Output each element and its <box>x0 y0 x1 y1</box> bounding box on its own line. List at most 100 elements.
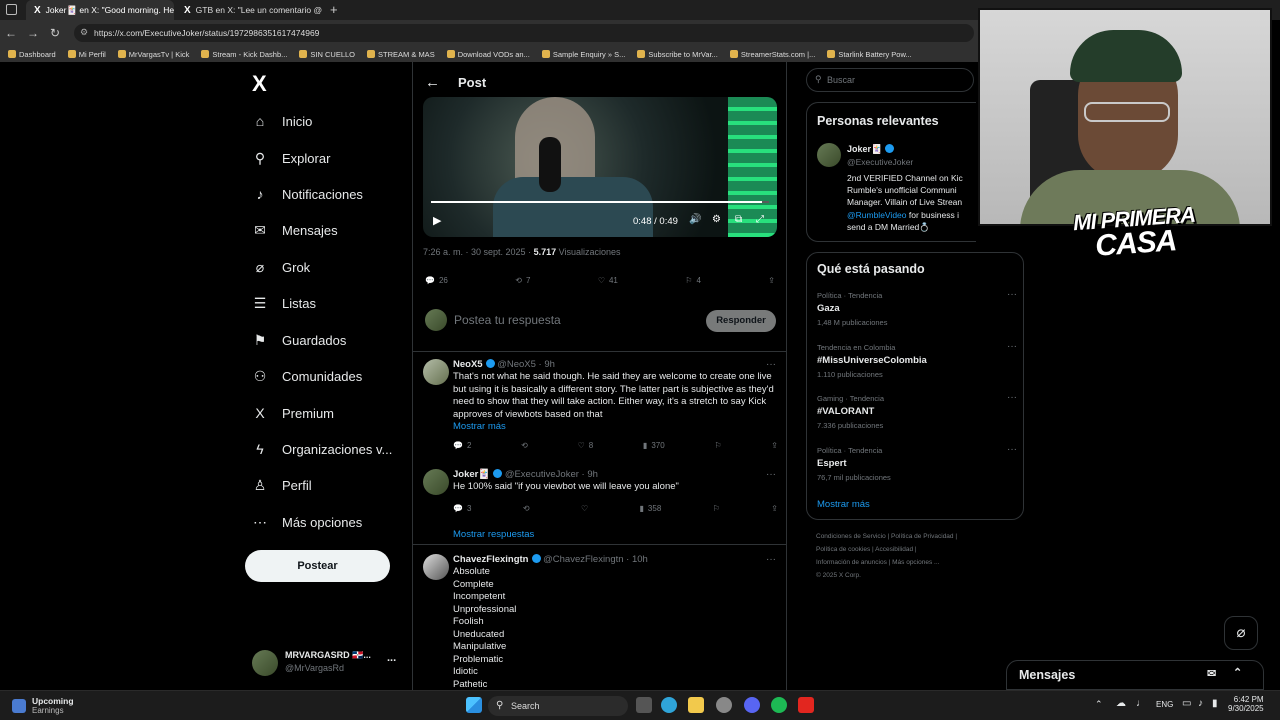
app-red-icon[interactable] <box>798 697 814 713</box>
nav-item-premium[interactable]: X Premium <box>252 400 334 426</box>
nav-item-mensajes[interactable]: ✉ Mensajes <box>252 217 338 243</box>
spotify-icon[interactable] <box>771 697 787 713</box>
trend-item[interactable]: Gaming · Tendencia #VALORANT 7.336 publica… <box>817 392 1017 430</box>
grok-icon[interactable]: ⌀ <box>1224 616 1258 650</box>
footer-line[interactable]: Información de anuncios | Más opciones .… <box>816 559 1016 566</box>
mention-link[interactable]: @RumbleVideo <box>847 210 907 220</box>
nav-item-organizaciones-v-[interactable]: ϟ Organizaciones v... <box>252 436 392 462</box>
repost-button[interactable]: ⟲ <box>521 441 528 450</box>
bookmark-item[interactable]: Starlink Battery Pow... <box>823 50 915 59</box>
reply-input[interactable]: Postea tu respuesta <box>454 313 561 327</box>
battery-icon[interactable]: ▮ <box>1212 698 1218 709</box>
nav-item-guardados[interactable]: ⚑ Guardados <box>252 327 347 353</box>
windows-start-icon[interactable] <box>466 697 482 713</box>
nav-item-comunidades[interactable]: ⚇ Comunidades <box>252 363 363 389</box>
bookmark-icon[interactable]: ⚐ <box>713 504 720 513</box>
reply-button[interactable]: 💬 2 <box>453 441 471 450</box>
taskbar-search[interactable]: ⚲ Search <box>488 696 628 716</box>
more-icon[interactable]: ··· <box>1007 444 1017 455</box>
footer-line[interactable]: © 2025 X Corp. <box>816 572 1016 579</box>
more-icon[interactable]: ··· <box>766 554 776 565</box>
language-indicator[interactable]: ENG <box>1156 700 1173 709</box>
file-explorer-icon[interactable] <box>688 697 704 713</box>
account-switcher[interactable]: MRVARGASRD 🇩🇴... @MrVargasRd ... <box>252 650 402 678</box>
site-info-icon[interactable]: ⚙ <box>80 27 88 38</box>
bookmark-item[interactable]: MrVargasTv | Kick <box>114 50 194 59</box>
like-button[interactable]: ♡ 41 <box>598 276 618 285</box>
bookmark-item[interactable]: STREAM & MAS <box>363 50 439 59</box>
more-icon[interactable]: ··· <box>766 359 776 370</box>
pip-icon[interactable]: ⧉ <box>735 214 742 225</box>
trend-item[interactable]: Política · Tendencia Gaza 1,48 M publicaci… <box>817 289 1017 327</box>
footer-line[interactable]: Política de cookies | Accesibilidad | <box>816 546 1016 553</box>
reply-tweet[interactable]: ChavezFlexingtn @ChavezFlexingtn · 10h ·… <box>413 554 786 690</box>
trend-item[interactable]: Política · Tendencia Espert 76,7 mil publi… <box>817 444 1017 482</box>
repost-button[interactable]: ⟲ 7 <box>515 276 530 285</box>
show-more-link[interactable]: Mostrar más <box>453 421 506 432</box>
share-icon[interactable]: ⇪ <box>771 504 778 513</box>
bookmark-item[interactable]: Dashboard <box>4 50 60 59</box>
cloud-icon[interactable]: ☁ <box>1116 698 1126 709</box>
nav-item-inicio[interactable]: ⌂ Inicio <box>252 108 313 134</box>
nav-item-más-opciones[interactable]: ⋯ Más opciones <box>252 509 362 535</box>
bookmark-item[interactable]: Subscribe to MrVar... <box>633 50 721 59</box>
app-icon[interactable] <box>716 697 732 713</box>
volume-icon[interactable]: 🔊 <box>689 214 701 225</box>
new-message-icon[interactable]: ✉ <box>1207 667 1216 680</box>
edge-icon[interactable] <box>661 697 677 713</box>
reply-button[interactable]: 💬 3 <box>453 504 471 513</box>
back-arrow-icon[interactable]: ← <box>425 74 440 91</box>
reply-tweet[interactable]: NeoX5 @NeoX5 · 9h ··· That's not what he… <box>413 359 786 459</box>
tab-actions-icon[interactable] <box>6 4 17 15</box>
bookmark-item[interactable]: Mi Perfil <box>64 50 110 59</box>
more-icon[interactable]: ··· <box>1007 392 1017 403</box>
bookmark-item[interactable]: Sample Enquiry » S... <box>538 50 630 59</box>
tab-gtb[interactable]: X GTB en X: "Lee un comentario @ × <box>176 0 326 20</box>
bookmark-item[interactable]: StreamerStats.com |... <box>726 50 819 59</box>
video-player[interactable]: ▶ 0:48 / 0:49 🔊 ⚙ ⧉ ⤢ <box>423 97 777 237</box>
trend-item[interactable]: Tendencia en Colombia #MissUniverseColomb… <box>817 341 1017 379</box>
like-button[interactable]: ♡ 8 <box>578 441 594 450</box>
expand-icon[interactable]: ⌃ <box>1233 666 1242 679</box>
more-icon[interactable]: ··· <box>1007 341 1017 352</box>
settings-icon[interactable]: ⚙ <box>712 214 721 225</box>
footer-line[interactable]: Condiciones de Servicio | Política de Pr… <box>816 533 1016 540</box>
nav-item-grok[interactable]: ⌀ Grok <box>252 254 310 280</box>
views-button[interactable]: ▮ 370 <box>643 441 665 450</box>
bookmark-icon[interactable]: ⚐ <box>714 441 721 450</box>
post-button[interactable]: Postear <box>245 550 390 582</box>
search-input[interactable]: ⚲ Buscar <box>806 68 974 92</box>
more-icon[interactable]: ··· <box>1007 289 1017 300</box>
widget-icon[interactable] <box>12 699 26 713</box>
clock[interactable]: 6:42 PM 9/30/2025 <box>1228 695 1264 713</box>
reply-tweet[interactable]: Joker🃏 @ExecutiveJoker · 9h ··· He 100% … <box>413 469 786 529</box>
messages-drawer[interactable]: Mensajes ✉ ⌃ <box>1006 660 1264 690</box>
account-more-icon[interactable]: ... <box>387 652 396 664</box>
network-icon[interactable]: ▭ <box>1182 698 1191 709</box>
share-icon[interactable]: ⇪ <box>768 276 775 285</box>
tray-chevron-icon[interactable]: ⌃ <box>1095 699 1103 710</box>
discord-icon[interactable] <box>744 697 760 713</box>
back-arrow-icon[interactable]: ← <box>0 26 22 40</box>
bookmark-item[interactable]: Download VODs an... <box>443 50 534 59</box>
bookmark-item[interactable]: SIN CUELLO <box>295 50 359 59</box>
tab-joker[interactable]: X Joker🃏 en X: "Good morning. He × <box>26 0 174 20</box>
reply-button[interactable]: 💬 26 <box>425 276 448 285</box>
like-button[interactable]: ♡ <box>581 504 588 513</box>
x-logo-icon[interactable]: X <box>252 71 267 97</box>
nav-item-perfil[interactable]: ♙ Perfil <box>252 472 312 498</box>
bookmark-item[interactable]: Stream - Kick Dashb... <box>197 50 291 59</box>
url-field[interactable]: ⚙ https://x.com/ExecutiveJoker/status/19… <box>74 24 974 42</box>
repost-button[interactable]: ⟲ <box>523 504 530 513</box>
fullscreen-icon[interactable]: ⤢ <box>756 214 764 225</box>
task-view-icon[interactable] <box>636 697 652 713</box>
share-icon[interactable]: ⇪ <box>771 441 778 450</box>
mic-icon[interactable]: ♩ <box>1136 698 1146 709</box>
show-more-link[interactable]: Mostrar más <box>817 499 870 510</box>
views-button[interactable]: ▮ 358 <box>640 504 662 513</box>
play-icon[interactable]: ▶ <box>433 214 441 227</box>
show-replies-link[interactable]: Mostrar respuestas <box>453 529 534 540</box>
more-icon[interactable]: ··· <box>766 469 776 480</box>
forward-arrow-icon[interactable]: → <box>22 26 44 40</box>
nav-item-notificaciones[interactable]: ♪ Notificaciones <box>252 181 363 207</box>
